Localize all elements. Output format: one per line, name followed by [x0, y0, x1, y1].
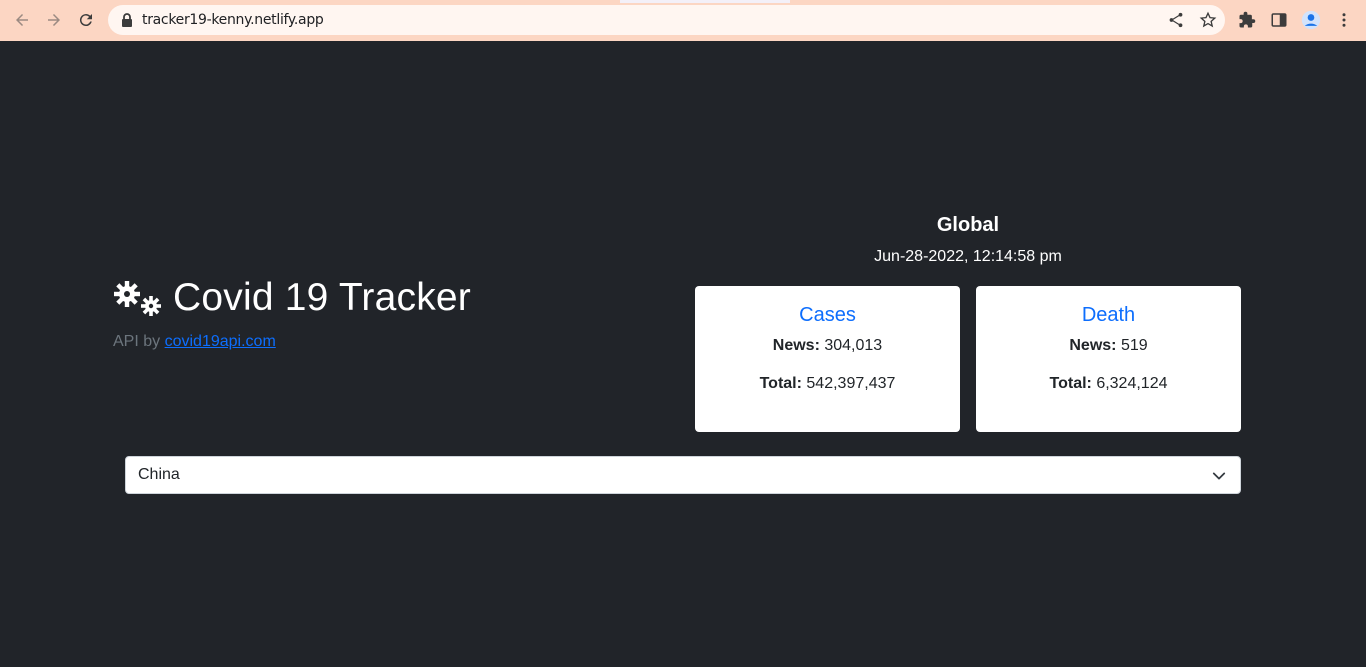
- star-icon[interactable]: [1199, 11, 1217, 29]
- death-card: Death News: 519 Total: 6,324,124: [976, 286, 1241, 432]
- news-line: News: 519: [976, 337, 1241, 355]
- back-icon[interactable]: [10, 8, 34, 32]
- total-line: Total: 542,397,437: [695, 375, 960, 393]
- share-icon[interactable]: [1167, 11, 1185, 29]
- cases-card: Cases News: 304,013 Total: 542,397,437: [695, 286, 960, 432]
- api-link[interactable]: covid19api.com: [165, 333, 276, 350]
- browser-toolbar: tracker19-kenny.netlify.app: [0, 0, 1366, 41]
- global-heading: Global: [936, 214, 1000, 236]
- news-label: News:: [1069, 337, 1117, 354]
- address-bar[interactable]: tracker19-kenny.netlify.app: [108, 5, 1225, 35]
- selected-country[interactable]: China: [138, 466, 180, 484]
- total-label: Total:: [759, 375, 802, 392]
- total-label: Total:: [1049, 375, 1092, 392]
- total-value: 6,324,124: [1096, 375, 1168, 392]
- total-line: Total: 6,324,124: [976, 375, 1241, 393]
- country-select[interactable]: China: [125, 456, 1241, 494]
- card-title: Cases: [799, 304, 856, 326]
- news-line: News: 304,013: [695, 337, 960, 355]
- hero-heading: Covid 19 Tracker: [113, 276, 471, 320]
- extensions-icon[interactable]: [1237, 10, 1257, 30]
- side-panel-icon[interactable]: [1269, 10, 1289, 30]
- card-title: Death: [1081, 304, 1136, 326]
- forward-icon[interactable]: [42, 8, 66, 32]
- url-text[interactable]: tracker19-kenny.netlify.app: [142, 12, 324, 28]
- news-label: News:: [772, 337, 820, 354]
- news-value: 519: [1120, 337, 1148, 354]
- menu-icon[interactable]: [1334, 10, 1354, 30]
- gears-icon: [113, 278, 165, 318]
- active-tab-indicator: [620, 0, 790, 3]
- total-value: 542,397,437: [806, 375, 896, 392]
- api-credit: API by covid19api.com: [113, 333, 276, 351]
- api-credit-prefix: API by: [113, 333, 161, 350]
- news-value: 304,013: [824, 337, 883, 354]
- page-title: Covid 19 Tracker: [173, 276, 471, 319]
- global-timestamp: Jun-28-2022, 12:14:58 pm: [874, 248, 1062, 265]
- reload-icon[interactable]: [74, 8, 98, 32]
- profile-icon[interactable]: [1301, 10, 1321, 30]
- chevron-down-icon[interactable]: [1212, 469, 1226, 483]
- lock-icon: [122, 13, 132, 27]
